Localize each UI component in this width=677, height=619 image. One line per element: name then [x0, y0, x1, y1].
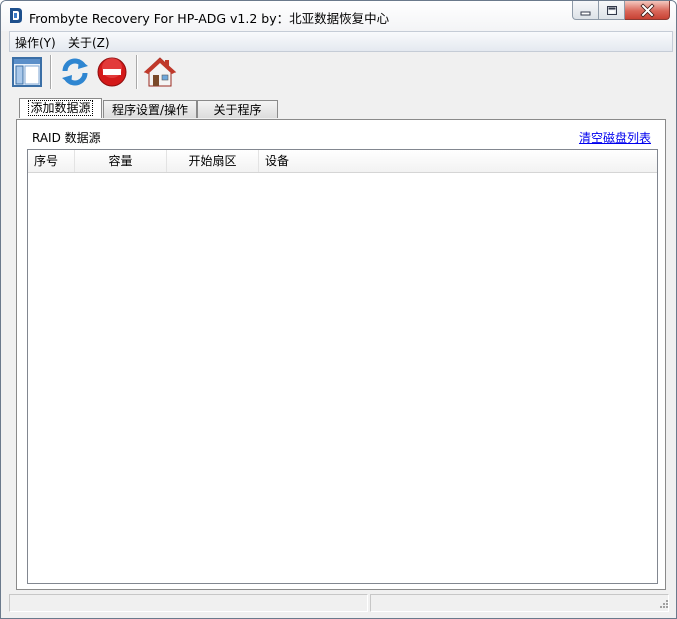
tab-about-label: 关于程序 [213, 103, 262, 117]
refresh-icon [62, 58, 88, 86]
menu-bar: 操作(Y) 关于(Z) [9, 31, 673, 52]
status-pane [9, 594, 368, 612]
layout-button[interactable] [10, 54, 44, 90]
stop-icon [97, 57, 127, 87]
app-window: Frombyte Recovery For HP-ADG v1.2 by：北亚数… [0, 0, 677, 619]
minimize-button[interactable] [572, 1, 599, 20]
toolbar-separator [50, 55, 51, 89]
list-header: 序号 容量 开始扇区 设备 [28, 150, 657, 173]
menu-about[interactable]: 关于(Z) [68, 34, 110, 51]
window-layout-icon [12, 57, 42, 87]
toolbar-separator [136, 55, 137, 89]
close-icon [640, 3, 655, 18]
window-title: Frombyte Recovery For HP-ADG v1.2 by：北亚数… [29, 11, 390, 26]
app-logo-icon [10, 8, 22, 23]
column-header-device[interactable]: 设备 [259, 150, 657, 172]
status-pane [370, 594, 669, 612]
minimize-icon [580, 11, 591, 16]
resize-grip-icon[interactable] [657, 599, 669, 611]
tab-panel: RAID 数据源 清空磁盘列表 序号 容量 开始扇区 设备 [16, 119, 666, 590]
maximize-button[interactable] [599, 1, 625, 20]
clear-disk-list-link[interactable]: 清空磁盘列表 [579, 129, 651, 146]
home-icon [143, 57, 177, 87]
toolbar [9, 52, 671, 92]
tab-add-source[interactable]: 添加数据源 [19, 98, 102, 118]
column-header-capacity[interactable]: 容量 [75, 150, 167, 172]
tab-settings-label: 程序设置/操作 [111, 103, 189, 117]
title-bar[interactable]: Frombyte Recovery For HP-ADG v1.2 by：北亚数… [1, 1, 676, 31]
stop-button[interactable] [95, 54, 129, 90]
tab-add-source-label: 添加数据源 [28, 100, 93, 116]
refresh-button[interactable] [58, 54, 92, 90]
disk-list[interactable]: 序号 容量 开始扇区 设备 [27, 149, 658, 584]
status-bar [9, 592, 671, 613]
home-button[interactable] [143, 54, 177, 90]
column-header-index[interactable]: 序号 [28, 150, 75, 172]
menu-operation[interactable]: 操作(Y) [15, 34, 56, 51]
caption-buttons [572, 1, 670, 20]
tab-settings[interactable]: 程序设置/操作 [103, 100, 197, 118]
raid-source-label: RAID 数据源 [32, 131, 101, 145]
maximize-icon [607, 6, 617, 15]
column-header-start-sector[interactable]: 开始扇区 [167, 150, 259, 172]
tab-about[interactable]: 关于程序 [197, 100, 278, 118]
close-button[interactable] [625, 1, 670, 20]
